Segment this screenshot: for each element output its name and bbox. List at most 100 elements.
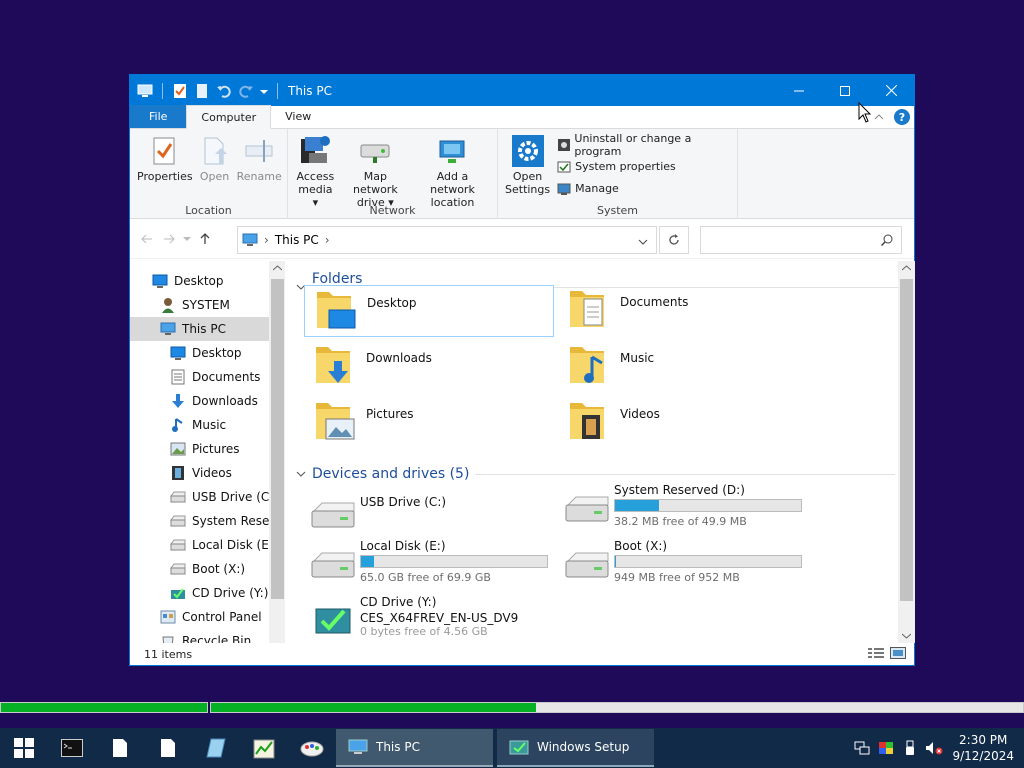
recent-locations-icon[interactable] <box>180 228 194 250</box>
nav-item[interactable]: Control Panel <box>130 605 285 629</box>
back-arrow-icon[interactable] <box>136 228 158 250</box>
task-manager-icon[interactable] <box>240 728 288 768</box>
ribbon-options: ? <box>874 109 910 125</box>
tab-file[interactable]: File <box>130 105 187 128</box>
nav-item[interactable]: Pictures <box>130 437 285 461</box>
breadcrumb-separator[interactable]: › <box>325 233 330 247</box>
drive-free-space: 0 bytes free of 4.56 GB <box>360 625 488 638</box>
setup-progress-bar-2 <box>210 702 1024 713</box>
window-title: This PC <box>288 83 332 98</box>
nav-item[interactable]: Documents <box>130 365 285 389</box>
minimize-button[interactable] <box>776 75 822 106</box>
drive-tile[interactable]: Local Disk (E:) 65.0 GB free of 69.9 GB <box>304 537 554 589</box>
network-icon[interactable] <box>850 728 874 768</box>
drive-tile[interactable]: Boot (X:) 949 MB free of 952 MB <box>558 537 808 589</box>
uninstall-program-button[interactable]: Uninstall or change a program <box>557 132 733 158</box>
clock[interactable]: 2:30 PM 9/12/2024 <box>946 732 1024 764</box>
nav-item[interactable]: CD Drive (Y:) C <box>130 581 285 605</box>
document-icon[interactable] <box>144 728 192 768</box>
hard-drive-icon <box>564 495 610 525</box>
drive-tile[interactable]: CD Drive (Y:) CES_X64FREV_EN-US_DV9 0 byte… <box>304 593 554 643</box>
drives-section-header[interactable]: Devices and drives (5) <box>296 466 896 482</box>
manage-button[interactable]: Manage <box>557 179 733 198</box>
nav-item-label: Documents <box>192 370 261 384</box>
details-view-icon[interactable] <box>868 647 884 659</box>
nav-item[interactable]: Desktop <box>130 341 285 365</box>
nav-scroll-thumb[interactable] <box>271 279 284 599</box>
drive-tile[interactable]: System Reserved (D:) 38.2 MB free of 49.9… <box>558 481 808 533</box>
help-icon[interactable]: ? <box>894 109 910 125</box>
paint-icon[interactable] <box>288 728 336 768</box>
drive-tile[interactable]: USB Drive (C:) <box>304 487 554 539</box>
nav-item[interactable]: Local Disk (E:) <box>130 533 285 557</box>
refresh-button[interactable] <box>659 226 689 254</box>
ribbon-group-label: System <box>596 204 639 217</box>
search-input[interactable] <box>700 226 902 254</box>
folder-tile[interactable]: Downloads <box>304 341 554 393</box>
new-folder-qat-icon[interactable] <box>193 82 211 100</box>
nav-item[interactable]: USB Drive (C:) <box>130 485 285 509</box>
ribbon: Properties Open Rename Location Access m… <box>130 129 914 219</box>
up-arrow-icon[interactable] <box>194 228 216 250</box>
forward-arrow-icon[interactable] <box>158 228 180 250</box>
title-bar[interactable]: This PC <box>130 75 914 106</box>
folder-name: Desktop <box>367 296 417 310</box>
taskbar-app-windows-setup[interactable]: Windows Setup <box>497 729 654 767</box>
nav-scrollbar[interactable] <box>269 261 285 643</box>
view-switcher <box>868 647 906 659</box>
navigation-pane: Desktop SYSTEM This PC Desktop Documents Down… <box>130 261 285 643</box>
taskbar: This PC Windows Setup 2:30 PM 9/12/2024 <box>0 728 1024 768</box>
nav-item[interactable]: Desktop <box>130 269 285 293</box>
nav-item[interactable]: Recycle Bin <box>130 629 285 643</box>
nav-item[interactable]: System Reserve <box>130 509 285 533</box>
map-network-drive-icon <box>359 135 391 167</box>
open-settings-label-2: Settings <box>505 183 551 196</box>
volume-muted-icon[interactable] <box>922 728 946 768</box>
nav-item[interactable]: Music <box>130 413 285 437</box>
nav-item[interactable]: SYSTEM <box>130 293 285 317</box>
system-properties-icon <box>557 161 571 172</box>
status-bar: 11 items <box>130 643 914 665</box>
tab-computer[interactable]: Computer <box>186 105 272 129</box>
system-properties-button[interactable]: System properties <box>557 157 733 176</box>
display-icon[interactable] <box>874 728 898 768</box>
notepad-icon[interactable] <box>96 728 144 768</box>
command-prompt-icon[interactable] <box>48 728 96 768</box>
nav-item-label: Recycle Bin <box>182 634 252 643</box>
nav-item[interactable]: Boot (X:) <box>130 557 285 581</box>
undo-icon[interactable] <box>215 82 233 100</box>
address-bar[interactable]: › This PC › <box>237 226 657 254</box>
folder-tile[interactable]: Pictures <box>304 397 554 449</box>
close-button[interactable] <box>868 75 914 106</box>
pc-icon[interactable] <box>136 82 154 100</box>
folder-tile[interactable]: Music <box>558 341 808 393</box>
nav-tree: Desktop SYSTEM This PC Desktop Documents Down… <box>130 269 285 643</box>
windows-logo-icon <box>14 738 34 758</box>
redo-icon[interactable] <box>237 82 255 100</box>
breadcrumb-separator[interactable]: › <box>264 233 269 247</box>
media-icon[interactable] <box>192 728 240 768</box>
large-icons-view-icon[interactable] <box>890 647 906 659</box>
tab-view[interactable]: View <box>271 105 325 128</box>
nav-item-label: Desktop <box>192 346 242 360</box>
breadcrumb[interactable]: This PC <box>275 233 319 247</box>
customize-qat-icon[interactable] <box>259 82 269 100</box>
taskbar-app-this-pc[interactable]: This PC <box>336 729 493 767</box>
drive-name: USB Drive (C:) <box>360 495 447 509</box>
folder-tile[interactable]: Documents <box>558 285 808 337</box>
open-icon <box>199 135 231 167</box>
nav-item[interactable]: This PC <box>130 317 285 341</box>
nav-item[interactable]: Videos <box>130 461 285 485</box>
folder-tile[interactable]: Videos <box>558 397 808 449</box>
collapse-ribbon-icon[interactable] <box>874 110 884 124</box>
content-scrollbar[interactable] <box>898 261 915 643</box>
nav-item[interactable]: Downloads <box>130 389 285 413</box>
usb-icon[interactable] <box>898 728 922 768</box>
address-dropdown-icon[interactable] <box>638 235 648 249</box>
folder-tile[interactable]: Desktop <box>304 285 554 337</box>
scroll-down-icon <box>902 633 911 639</box>
hard-drive-icon <box>564 551 610 581</box>
content-scroll-thumb[interactable] <box>900 279 913 601</box>
start-button[interactable] <box>0 728 48 768</box>
properties-qat-icon[interactable] <box>171 82 189 100</box>
